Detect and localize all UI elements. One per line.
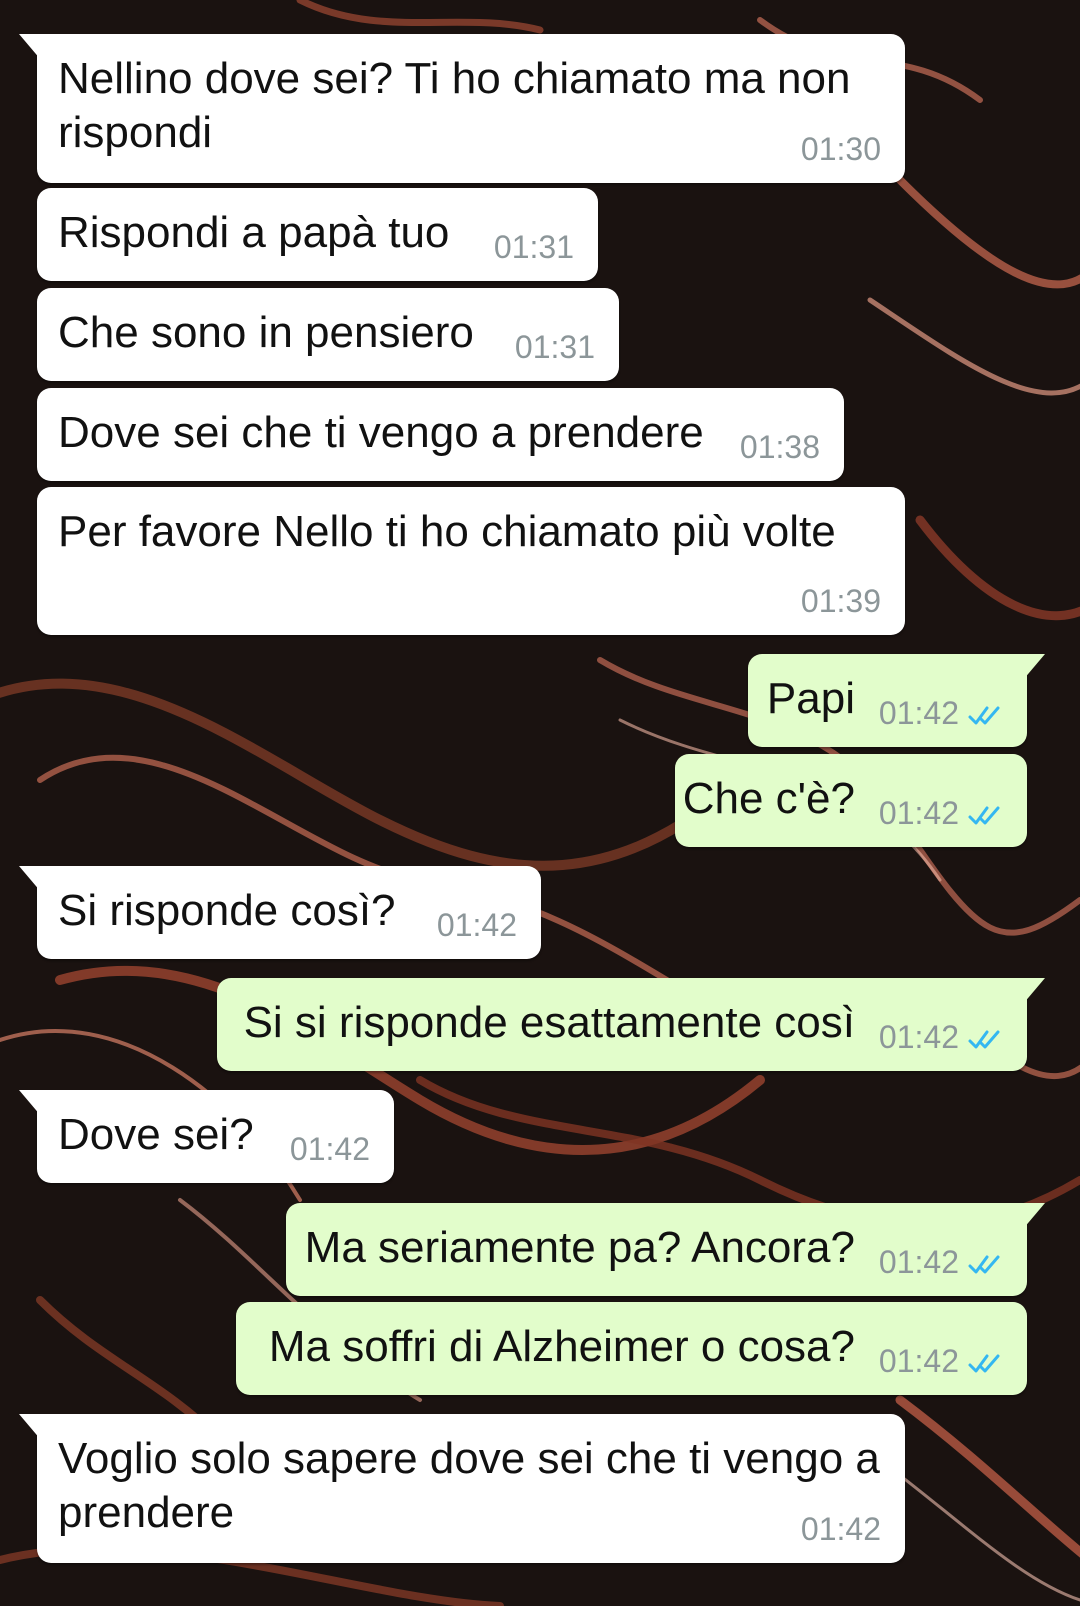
message-timestamp: 01:42 bbox=[289, 1131, 370, 1167]
message-timestamp: 01:42 bbox=[878, 695, 959, 731]
message-timestamp: 01:42 bbox=[800, 1511, 881, 1547]
message-timestamp: 01:38 bbox=[739, 429, 820, 465]
message-timestamp: 01:31 bbox=[514, 329, 595, 365]
incoming-message[interactable]: Per favore Nello ti ho chiamato più volt… bbox=[37, 487, 905, 635]
message-text: Si risponde così? bbox=[58, 886, 396, 935]
message-timestamp: 01:42 bbox=[878, 1343, 959, 1379]
bubble-tail bbox=[19, 1090, 41, 1116]
message-text: Papi bbox=[766, 674, 855, 723]
message-text: Dove sei? bbox=[58, 1110, 254, 1159]
message-timestamp: 01:42 bbox=[878, 795, 959, 831]
incoming-message[interactable]: Dove sei che ti vengo a prendere 01:38 bbox=[37, 388, 844, 481]
incoming-message[interactable]: Che sono in pensiero 01:31 bbox=[37, 288, 619, 381]
message-timestamp: 01:31 bbox=[493, 229, 574, 265]
message-timestamp: 01:39 bbox=[800, 583, 881, 619]
incoming-message[interactable]: Rispondi a papà tuo 01:31 bbox=[37, 188, 598, 281]
outgoing-message[interactable]: Ma soffri di Alzheimer o cosa? 01:42 bbox=[236, 1302, 1027, 1395]
chat-conversation: Nellino dove sei? Ti ho chiamato ma non … bbox=[0, 0, 1080, 1606]
message-text: Per favore Nello ti ho chiamato più volt… bbox=[58, 507, 836, 556]
message-timestamp: 01:42 bbox=[878, 1244, 959, 1280]
message-text: Che sono in pensiero bbox=[58, 308, 474, 357]
bubble-tail bbox=[19, 1414, 41, 1440]
bubble-tail bbox=[1023, 654, 1045, 680]
bubble-tail bbox=[1023, 978, 1045, 1004]
message-text: Si si risponde esattamente così bbox=[243, 998, 855, 1047]
outgoing-message[interactable]: Ma seriamente pa? Ancora? 01:42 bbox=[286, 1203, 1045, 1296]
message-text: Nellino dove sei? Ti ho chiamato ma non … bbox=[58, 54, 851, 157]
double-check-icon bbox=[968, 1354, 1000, 1373]
bubble-tail bbox=[1023, 1203, 1045, 1229]
double-check-icon bbox=[968, 806, 1000, 825]
outgoing-message[interactable]: Papi 01:42 bbox=[748, 654, 1045, 747]
incoming-message[interactable]: Si risponde così? 01:42 bbox=[19, 866, 541, 959]
message-text: Dove sei che ti vengo a prendere bbox=[58, 408, 704, 457]
message-text: Voglio solo sapere dove sei che ti vengo… bbox=[58, 1434, 880, 1537]
outgoing-message[interactable]: Si si risponde esattamente così 01:42 bbox=[217, 978, 1045, 1071]
message-timestamp: 01:42 bbox=[878, 1019, 959, 1055]
bubble-tail bbox=[19, 34, 41, 60]
message-timestamp: 01:30 bbox=[800, 131, 881, 167]
incoming-message[interactable]: Dove sei? 01:42 bbox=[19, 1090, 394, 1183]
incoming-message[interactable]: Voglio solo sapere dove sei che ti vengo… bbox=[19, 1414, 905, 1563]
message-text: Rispondi a papà tuo bbox=[58, 208, 450, 257]
double-check-icon bbox=[968, 1030, 1000, 1049]
outgoing-message[interactable]: Che c'è? 01:42 bbox=[675, 754, 1027, 847]
double-check-icon bbox=[968, 1255, 1000, 1274]
message-text: Ma seriamente pa? Ancora? bbox=[304, 1223, 855, 1272]
incoming-message[interactable]: Nellino dove sei? Ti ho chiamato ma non … bbox=[19, 34, 905, 183]
message-text: Che c'è? bbox=[682, 774, 855, 823]
message-text: Ma soffri di Alzheimer o cosa? bbox=[268, 1322, 855, 1371]
bubble-tail bbox=[19, 866, 41, 892]
double-check-icon bbox=[968, 706, 1000, 725]
message-timestamp: 01:42 bbox=[436, 907, 517, 943]
